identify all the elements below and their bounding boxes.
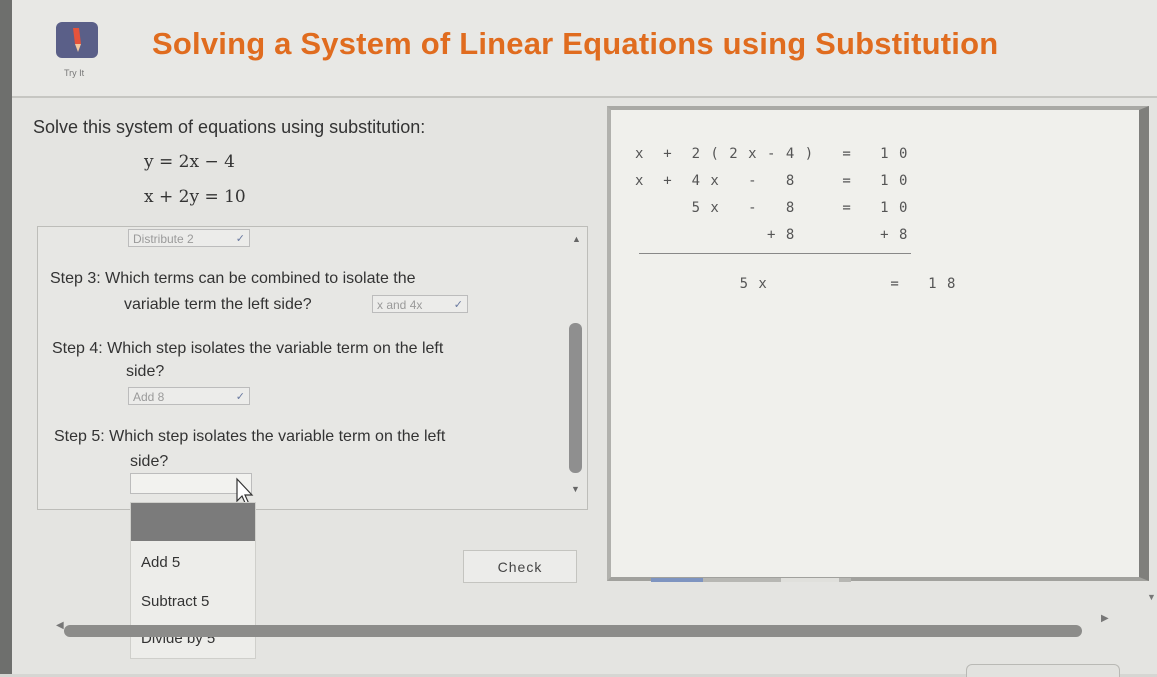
page-scrollbar-thumb[interactable] bbox=[64, 625, 1082, 637]
screen-bezel bbox=[0, 0, 12, 674]
step3-select[interactable]: x and 4x ✓ bbox=[372, 295, 468, 313]
check-button[interactable]: Check bbox=[463, 550, 577, 583]
work-row-4: + 8 + 8 bbox=[635, 227, 909, 243]
step4-question-line2: side? bbox=[126, 363, 165, 380]
step2-select[interactable]: Distribute 2 ✓ bbox=[128, 229, 250, 247]
dropdown-highlight bbox=[131, 503, 255, 541]
work-scrollbar-thumb[interactable] bbox=[651, 578, 703, 582]
step3-select-value: x and 4x bbox=[377, 298, 423, 312]
scroll-right-icon[interactable]: ▶ bbox=[1101, 613, 1109, 624]
work-row-5: 5 x = 1 8 bbox=[683, 276, 957, 292]
pencil-icon bbox=[56, 22, 98, 58]
step4-select[interactable]: Add 8 ✓ bbox=[128, 387, 250, 405]
equation-2: x + 2y = 10 bbox=[144, 187, 246, 207]
work-row-3: 5 x - 8 = 1 0 bbox=[635, 200, 909, 216]
step3-question-line2: variable term the left side? bbox=[124, 296, 312, 313]
work-row-1: x + 2 ( 2 x - 4 ) = 1 0 bbox=[635, 146, 909, 162]
page-horizontal-scrollbar[interactable]: ◀ bbox=[56, 620, 1085, 637]
step2-select-value: Distribute 2 bbox=[133, 232, 194, 246]
scroll-left-icon[interactable]: ◀ bbox=[56, 620, 64, 631]
step4-select-value: Add 8 bbox=[133, 390, 165, 404]
chevron-down-icon: ✓ bbox=[453, 299, 463, 311]
dropdown-option-add-5[interactable]: Add 5 bbox=[141, 554, 180, 571]
chevron-down-icon: ✓ bbox=[235, 233, 245, 245]
problem-instruction: Solve this system of equations using sub… bbox=[33, 117, 426, 137]
bottom-tab[interactable] bbox=[966, 664, 1120, 677]
dropdown-option-subtract-5[interactable]: Subtract 5 bbox=[141, 593, 209, 610]
chevron-down-icon: ✓ bbox=[235, 391, 245, 403]
work-scrollbar-end bbox=[781, 578, 839, 582]
step4-question-line1: Step 4: Which step isolates the variable… bbox=[52, 340, 444, 357]
page-title: Solving a System of Linear Equations usi… bbox=[152, 26, 999, 61]
equation-1: y = 2x − 4 bbox=[144, 152, 235, 172]
logo-caption: Try It bbox=[64, 68, 85, 78]
step5-question-line1: Step 5: Which step isolates the variable… bbox=[54, 428, 446, 445]
work-divider-line bbox=[639, 253, 911, 254]
scroll-down-icon[interactable]: ▼ bbox=[1147, 592, 1156, 602]
steps-scrollbar[interactable] bbox=[569, 323, 582, 473]
step5-question-line2: side? bbox=[130, 453, 169, 470]
scroll-up-icon[interactable]: ▲ bbox=[572, 234, 581, 244]
steps-panel: Distribute 2 ✓ Step 3: Which terms can b… bbox=[37, 226, 588, 510]
work-row-2: x + 4 x - 8 = 1 0 bbox=[635, 173, 909, 189]
scroll-down-icon[interactable]: ▼ bbox=[571, 484, 580, 494]
work-area: x + 2 ( 2 x - 4 ) = 1 0 x + 4 x - 8 = 1 … bbox=[607, 106, 1149, 582]
step3-question-line1: Step 3: Which terms can be combined to i… bbox=[50, 270, 416, 287]
